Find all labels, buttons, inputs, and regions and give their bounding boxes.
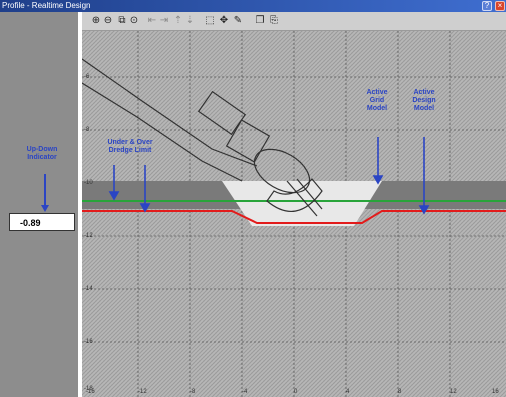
toolbar: ⊕ ⊖ ⧉ ⊙ ⇤ ⇥ ⇡ ⇣ ⬚ ✥ ✎ ❐ ⎘ — [82, 12, 506, 31]
y-tick-label: -12 — [84, 233, 93, 239]
y-tick-label: -14 — [84, 286, 93, 292]
indicator-arrow-layer — [41, 174, 49, 212]
x-tick-label: 16 — [492, 389, 499, 395]
indicator-arrow-head — [41, 205, 49, 212]
pan-right-icon[interactable]: ⇥ — [158, 15, 170, 27]
select-icon[interactable]: ⬚ — [204, 15, 216, 27]
zoom-out-icon[interactable]: ⊖ — [102, 15, 114, 27]
indicator-panel — [0, 12, 78, 397]
y-tick-label: -10 — [84, 180, 93, 186]
copy-icon[interactable]: ❐ — [254, 15, 266, 27]
x-tick-label: 0 — [294, 389, 298, 395]
y-tick-label: -6 — [84, 74, 90, 80]
x-tick-label: -4 — [242, 389, 248, 395]
up-down-indicator-label: Up-Down Indicator — [26, 146, 58, 161]
profile-plot[interactable]: Under & Over Dredge Limit Active Grid Mo… — [82, 31, 506, 397]
pan-left-icon[interactable]: ⇤ — [146, 15, 158, 27]
under-over-limit-label: Under & Over Dredge Limit — [107, 139, 153, 154]
help-button[interactable]: ? — [482, 1, 492, 11]
close-button[interactable]: × — [495, 1, 505, 11]
zoom-window-icon[interactable]: ⧉ — [116, 15, 128, 27]
x-tick-label: 12 — [450, 389, 457, 395]
y-tick-label: -16 — [84, 339, 93, 345]
zoom-extents-icon[interactable]: ⊙ — [128, 15, 140, 27]
x-tick-label: -8 — [190, 389, 196, 395]
pan-up-icon[interactable]: ⇡ — [172, 15, 184, 27]
active-grid-model-label: Active Grid Model — [366, 89, 388, 112]
zoom-in-icon[interactable]: ⊕ — [90, 15, 102, 27]
paste-icon[interactable]: ⎘ — [268, 15, 280, 27]
draw-icon[interactable]: ✎ — [232, 15, 244, 27]
profile-canvas — [82, 31, 506, 397]
y-tick-label: -8 — [84, 127, 90, 133]
x-tick-label: -12 — [138, 389, 147, 395]
window-title: Profile - Realtime Design — [2, 1, 91, 10]
active-design-model-label: Active Design Model — [412, 89, 436, 112]
window-titlebar: Profile - Realtime Design ? × — [0, 0, 506, 12]
x-tick-label: 4 — [346, 389, 350, 395]
x-tick-label: -16 — [86, 389, 95, 395]
pan-down-icon[interactable]: ⇣ — [184, 15, 196, 27]
x-tick-label: 8 — [398, 389, 402, 395]
move-icon[interactable]: ✥ — [218, 15, 230, 27]
depth-readout: -0.89 — [9, 213, 75, 231]
